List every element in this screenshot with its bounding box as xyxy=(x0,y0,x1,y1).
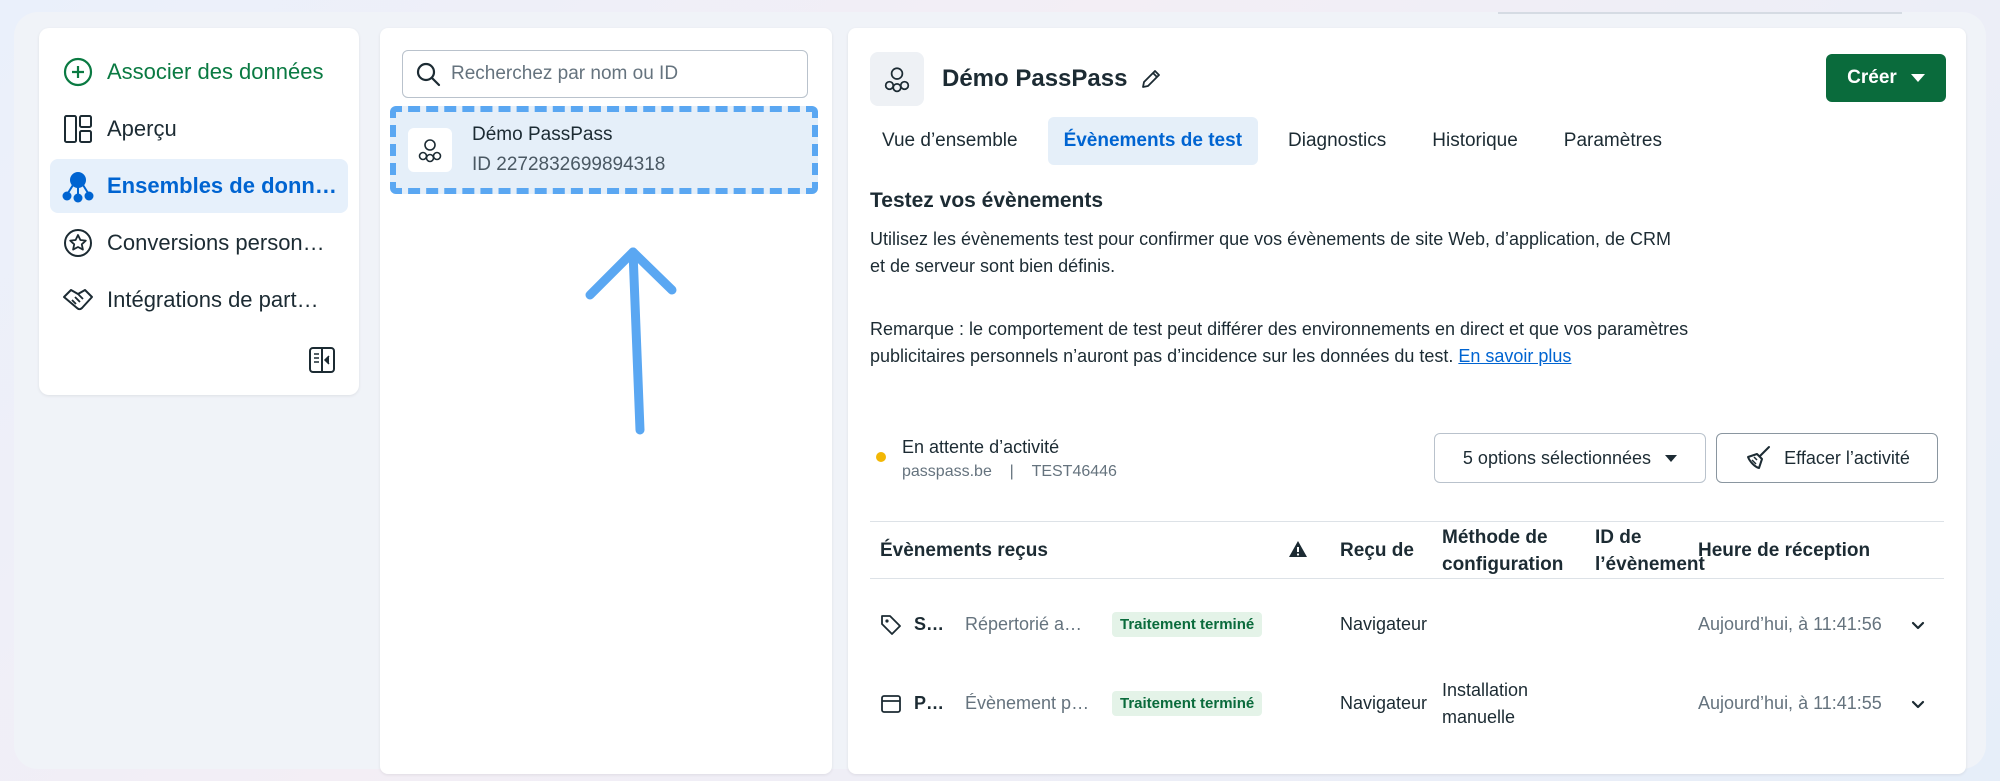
event-name: P… xyxy=(914,693,945,713)
nav-item-label: Intégrations de part… xyxy=(107,287,319,312)
event-detail: Répertorié a… xyxy=(965,614,1083,634)
collapse-sidebar-button[interactable] xyxy=(307,345,337,375)
options-dropdown[interactable]: 5 options sélectionnées xyxy=(1434,433,1706,483)
section-note: Remarque : le comportement de test peut … xyxy=(870,316,1690,370)
status-test-code: TEST46446 xyxy=(1031,463,1117,480)
status-domain: passpass.be xyxy=(902,463,992,480)
dataset-detail-panel: Démo PassPass Créer Vue d’ensemble Évène… xyxy=(848,28,1966,774)
nav-item-overview[interactable]: Aperçu xyxy=(50,102,348,156)
tab-test-events[interactable]: Évènements de test xyxy=(1047,117,1259,165)
chevron-down-icon xyxy=(1911,700,1925,708)
table-row[interactable]: P… Évènement p… Traitement terminé Navig… xyxy=(870,664,1944,743)
page-title: Démo PassPass xyxy=(942,65,1128,92)
expand-row-button[interactable] xyxy=(1910,664,1926,743)
table-row[interactable]: S… Répertorié a… Traitement terminé Navi… xyxy=(870,585,1944,664)
event-source: Navigateur xyxy=(1340,614,1428,634)
dataset-icon xyxy=(61,169,95,203)
broom-icon xyxy=(1747,446,1771,469)
status-badge: Traitement terminé xyxy=(1112,691,1263,716)
chevron-down-icon xyxy=(1910,74,1925,82)
clear-activity-button[interactable]: Effacer l’activité xyxy=(1716,433,1938,483)
dataset-name: Démo PassPass xyxy=(472,124,613,145)
col-header-time: Heure de réception xyxy=(1698,540,1871,561)
top-divider xyxy=(1498,12,1902,14)
event-source: Navigateur xyxy=(1340,693,1428,713)
status-dot xyxy=(876,452,886,462)
nav-item-label: Aperçu xyxy=(107,116,177,141)
status-text: En attente d’activité xyxy=(902,437,1060,457)
status-separator: | xyxy=(1009,463,1014,480)
chevron-down-icon xyxy=(1911,621,1925,629)
expand-row-button[interactable] xyxy=(1910,585,1926,664)
search-input[interactable] xyxy=(451,63,791,85)
nav-item-datasets[interactable]: Ensembles de donn… xyxy=(50,159,348,213)
handshake-icon xyxy=(61,283,95,317)
event-name: S… xyxy=(914,614,945,634)
chevron-down-icon xyxy=(1665,454,1678,462)
nav-item-label: Ensembles de donn… xyxy=(107,173,337,198)
create-button-label: Créer xyxy=(1847,67,1897,88)
learn-more-link[interactable]: En savoir plus xyxy=(1458,346,1571,366)
tag-icon xyxy=(880,585,902,664)
section-title: Testez vos évènements xyxy=(870,189,1104,212)
search-icon xyxy=(416,62,441,87)
edit-pencil-icon[interactable] xyxy=(1138,66,1164,92)
col-header-event-id: ID de l’évènement xyxy=(1595,527,1705,575)
search-box[interactable] xyxy=(402,50,808,98)
tab-history[interactable]: Historique xyxy=(1416,117,1534,165)
star-icon xyxy=(61,226,95,260)
tab-overview[interactable]: Vue d’ensemble xyxy=(866,117,1034,165)
plus-circle-icon xyxy=(61,55,95,89)
events-table: Évènements reçus Reçu de Méthode de conf… xyxy=(870,521,1944,743)
status-badge: Traitement terminé xyxy=(1112,612,1263,637)
nav-item-label: Associer des données xyxy=(107,59,324,84)
create-button[interactable]: Créer xyxy=(1826,54,1946,102)
col-header-method: Méthode de configuration xyxy=(1442,527,1564,575)
sidebar-toggle-icon xyxy=(309,347,335,373)
event-time: Aujourd’hui, à 11:41:55 xyxy=(1698,693,1882,713)
nav-item-label: Conversions person… xyxy=(107,230,325,255)
layout-icon xyxy=(61,112,95,146)
dataset-id: ID 2272832699894318 xyxy=(472,154,666,175)
nav-item-custom-conversions[interactable]: Conversions person… xyxy=(50,216,348,270)
nav-item-link-data[interactable]: Associer des données xyxy=(50,45,348,99)
col-header-events: Évènements reçus xyxy=(880,540,1048,561)
dataset-icon xyxy=(408,128,452,172)
event-method: Installation manuelle xyxy=(1442,679,1529,727)
tab-bar: Vue d’ensemble Évènements de test Diagno… xyxy=(866,117,1692,165)
col-header-received-from: Reçu de xyxy=(1340,540,1414,561)
dataset-header-icon xyxy=(870,52,924,106)
dataset-list-item[interactable]: Démo PassPass ID 2272832699894318 xyxy=(390,106,818,194)
clear-activity-label: Effacer l’activité xyxy=(1784,447,1910,468)
table-header: Évènements reçus Reçu de Méthode de conf… xyxy=(870,521,1944,579)
left-nav: Associer des données Aperçu Ensembles de… xyxy=(39,28,359,395)
tab-diagnostics[interactable]: Diagnostics xyxy=(1272,117,1402,165)
tab-settings[interactable]: Paramètres xyxy=(1548,117,1678,165)
warning-icon xyxy=(1289,541,1307,557)
status-detail: passpass.be | TEST46446 xyxy=(902,463,1117,481)
event-time: Aujourd’hui, à 11:41:56 xyxy=(1698,614,1882,634)
options-dropdown-label: 5 options sélectionnées xyxy=(1462,447,1652,468)
event-detail: Évènement p… xyxy=(965,693,1090,713)
browser-icon xyxy=(880,664,902,743)
annotation-arrow-icon xyxy=(585,247,677,435)
section-description: Utilisez les évènements test pour confir… xyxy=(870,229,1672,276)
nav-item-partner-integrations[interactable]: Intégrations de part… xyxy=(50,273,348,327)
